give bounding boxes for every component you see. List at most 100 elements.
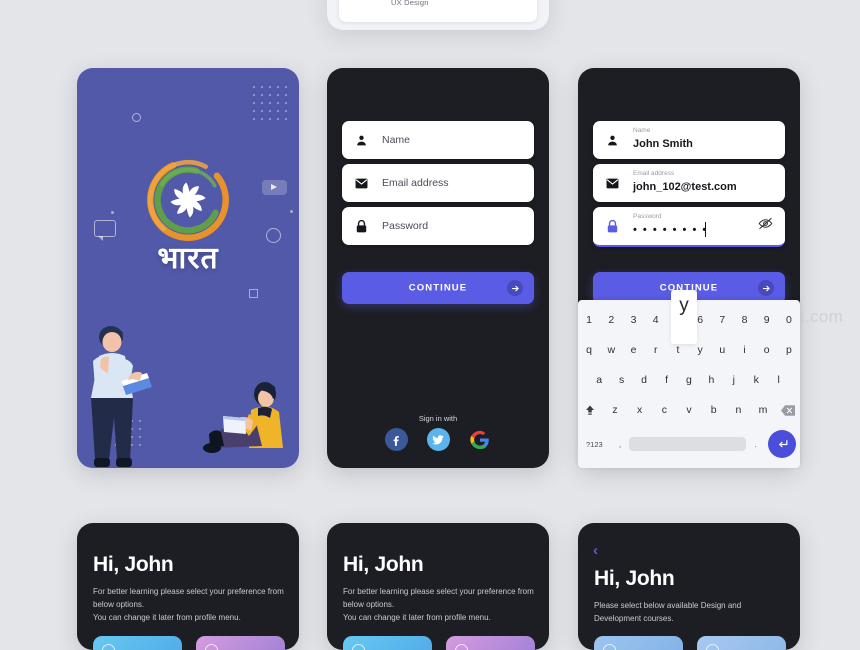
key-j[interactable]: j — [723, 366, 745, 394]
key-s[interactable]: s — [610, 366, 632, 394]
name-input-field[interactable]: Name — [342, 121, 534, 159]
preference-chip-development[interactable] — [446, 636, 535, 650]
brand-logo-svg — [147, 159, 229, 241]
decor-dot-b — [290, 210, 293, 213]
password-field-value: • • • • • • • • — [633, 224, 708, 236]
password-input-field-filled[interactable]: Password • • • • • • • • — [593, 207, 785, 247]
lock-icon — [605, 219, 619, 233]
key-w[interactable]: w — [600, 336, 622, 364]
email-input-field[interactable]: Email address — [342, 164, 534, 202]
circle-outline-icon — [455, 644, 468, 650]
keyboard-row-home: asdfghjkl — [578, 366, 800, 394]
key-z[interactable]: z — [603, 396, 628, 424]
key-3[interactable]: 3 — [622, 306, 644, 334]
course-chip-row — [594, 636, 786, 650]
key-v[interactable]: v — [677, 396, 702, 424]
key-n[interactable]: n — [726, 396, 751, 424]
space-key[interactable] — [629, 437, 747, 451]
symbols-key[interactable]: ?123 — [578, 428, 611, 460]
key-r[interactable]: r — [645, 336, 667, 364]
key-u[interactable]: u — [711, 336, 733, 364]
onboarding-illustration: भारत — [77, 68, 299, 468]
key-4[interactable]: 4 — [645, 306, 667, 334]
key-k[interactable]: k — [745, 366, 767, 394]
enter-icon[interactable] — [768, 430, 797, 458]
password-input-field[interactable]: Password — [342, 207, 534, 245]
preference-chip-development[interactable] — [196, 636, 285, 650]
email-input-placeholder: Email address — [382, 177, 449, 189]
eye-off-icon[interactable] — [758, 217, 773, 235]
key-1[interactable]: 1 — [578, 306, 600, 334]
preference-card-2: Hi, John For better learning please sele… — [327, 523, 549, 650]
key-7[interactable]: 7 — [711, 306, 733, 334]
circle-outline-icon — [603, 644, 616, 650]
mail-icon — [354, 176, 368, 190]
key-d[interactable]: d — [633, 366, 655, 394]
social-login-row — [327, 428, 549, 451]
google-icon[interactable] — [469, 428, 492, 451]
key-8[interactable]: 8 — [733, 306, 755, 334]
period-key[interactable]: . — [746, 428, 765, 460]
person-icon — [354, 133, 368, 147]
key-i[interactable]: i — [733, 336, 755, 364]
decor-dot-a — [111, 211, 114, 214]
key-p[interactable]: p — [778, 336, 800, 364]
shift-icon[interactable] — [578, 396, 603, 424]
key-h[interactable]: h — [700, 366, 722, 394]
key-0[interactable]: 0 — [778, 306, 800, 334]
key-popup-preview: y — [671, 290, 697, 344]
arrow-right-icon — [758, 280, 774, 296]
name-input-field-filled[interactable]: Name John Smith — [593, 121, 785, 159]
course-chip-2[interactable] — [697, 636, 786, 650]
screenshot-canvas: UX Design भारत Name Email address Passwo… — [0, 0, 860, 650]
top-partial-list-item[interactable]: UX Design — [339, 0, 537, 22]
email-field-label: Email address — [633, 170, 675, 177]
email-input-field-filled[interactable]: Email address john_102@test.com — [593, 164, 785, 202]
key-g[interactable]: g — [678, 366, 700, 394]
preference-card-1: Hi, John For better learning please sele… — [77, 523, 299, 650]
preference-chip-design[interactable] — [93, 636, 182, 650]
key-2[interactable]: 2 — [600, 306, 622, 334]
key-x[interactable]: x — [627, 396, 652, 424]
brand-wordmark: भारत — [157, 241, 219, 276]
greeting-title: Hi, John — [343, 553, 424, 576]
brand-logo — [142, 154, 234, 246]
key-a[interactable]: a — [588, 366, 610, 394]
top-partial-item-label: UX Design — [391, 0, 429, 7]
key-f[interactable]: f — [655, 366, 677, 394]
backspace-icon[interactable] — [775, 396, 800, 424]
greeting-body: Please select below available Design and… — [594, 601, 742, 623]
circle-outline-icon — [205, 644, 218, 650]
continue-button[interactable]: CONTINUE — [342, 272, 534, 304]
student-seated-illustration — [203, 382, 283, 453]
key-m[interactable]: m — [751, 396, 776, 424]
key-l[interactable]: l — [768, 366, 790, 394]
key-e[interactable]: e — [622, 336, 644, 364]
courses-card: ‹ Hi, John Please select below available… — [578, 523, 800, 650]
chevron-left-icon[interactable]: ‹ — [593, 542, 598, 559]
person-icon — [605, 133, 619, 147]
key-b[interactable]: b — [701, 396, 726, 424]
greeting-title: Hi, John — [594, 567, 675, 590]
course-chip-1[interactable] — [594, 636, 683, 650]
comma-key[interactable]: , — [611, 428, 630, 460]
key-o[interactable]: o — [756, 336, 778, 364]
text-caret — [705, 222, 706, 237]
twitter-icon[interactable] — [426, 428, 450, 451]
signup-screen: Name Email address Password CONTINUE Sig… — [327, 68, 549, 468]
virtual-keyboard[interactable]: 1234567890 qwertyuiop asdfghjkl zxcvbnm … — [578, 290, 800, 468]
facebook-icon[interactable] — [384, 428, 408, 451]
chat-bubble-icon — [94, 220, 116, 241]
circle-outline-icon — [102, 644, 115, 650]
key-9[interactable]: 9 — [756, 306, 778, 334]
lock-icon — [354, 219, 368, 233]
preference-chip-row — [93, 636, 285, 650]
top-partial-card: UX Design — [327, 0, 549, 30]
continue-button-label: CONTINUE — [408, 282, 468, 294]
preference-chip-row — [343, 636, 535, 650]
key-q[interactable]: q — [578, 336, 600, 364]
onboarding-screen: भारत — [77, 68, 299, 468]
mail-icon — [605, 176, 619, 190]
preference-chip-design[interactable] — [343, 636, 432, 650]
key-c[interactable]: c — [652, 396, 677, 424]
